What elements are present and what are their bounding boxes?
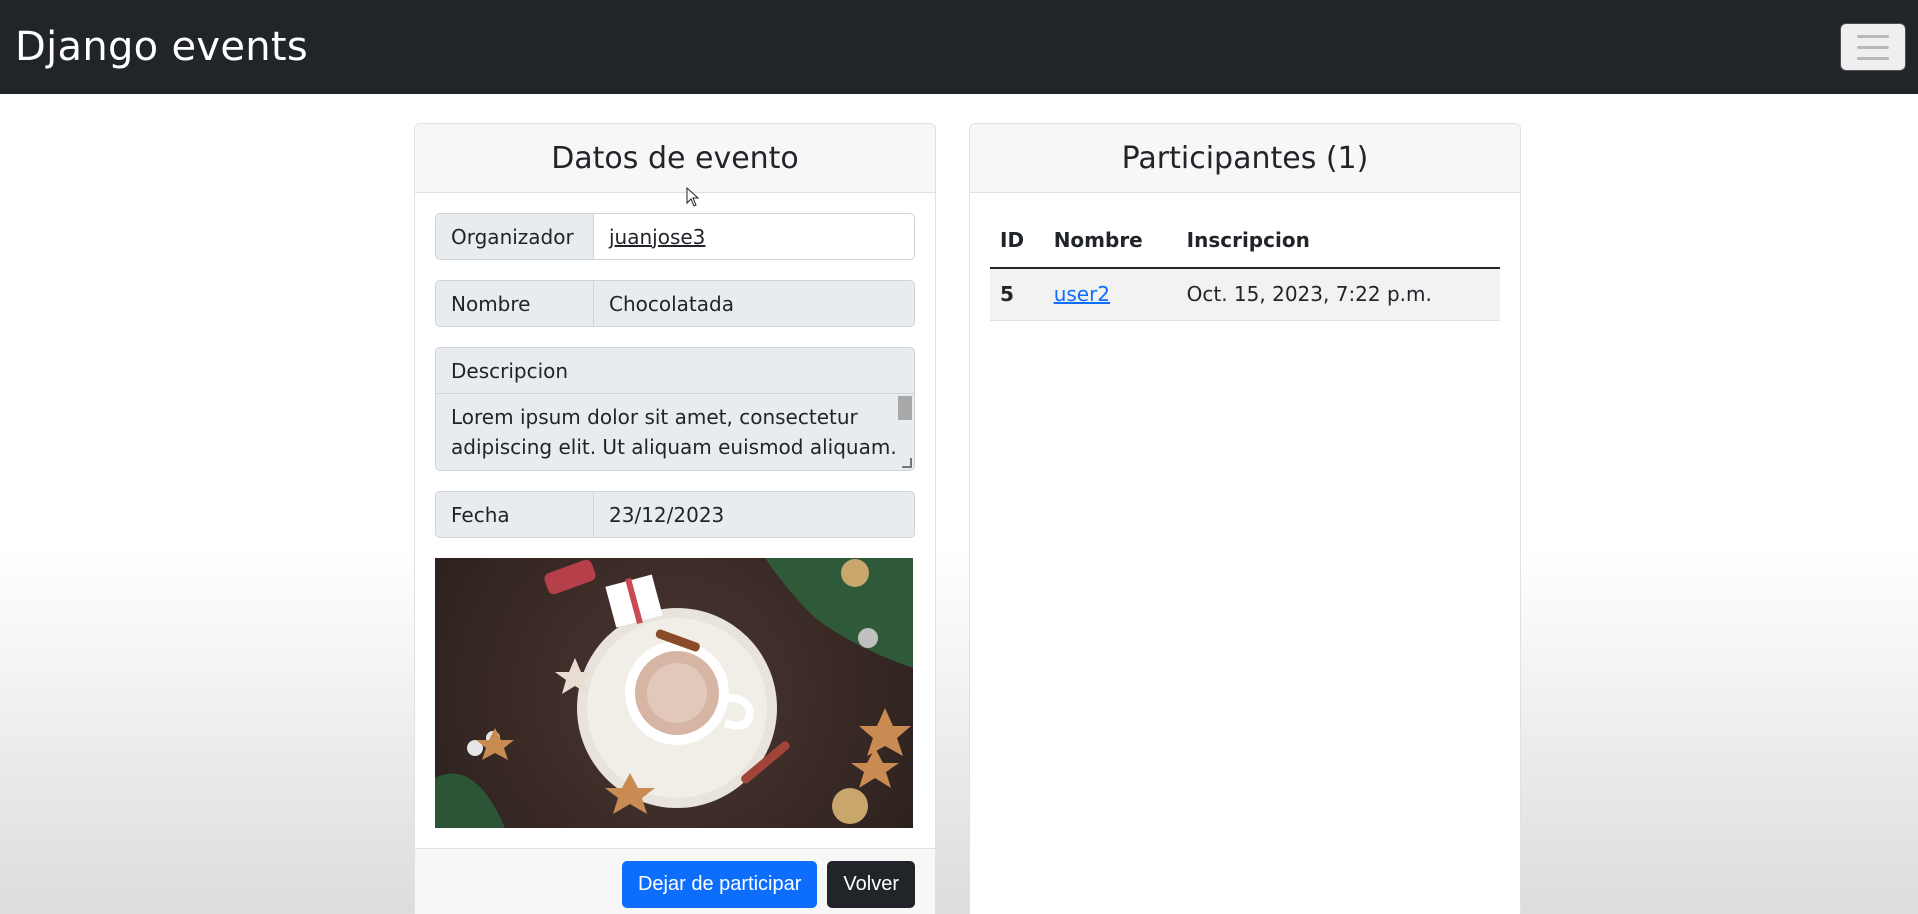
event-card-footer: Dejar de participar Volver bbox=[415, 848, 935, 914]
navbar: Django events bbox=[0, 0, 1918, 94]
organizer-link[interactable]: juanjose3 bbox=[609, 225, 705, 249]
date-field: 23/12/2023 bbox=[594, 491, 915, 538]
table-row: 5 user2 Oct. 15, 2023, 7:22 p.m. bbox=[990, 268, 1500, 321]
description-textarea[interactable]: Lorem ipsum dolor sit amet, consectetur … bbox=[435, 394, 915, 471]
name-group: Nombre Chocolatada bbox=[435, 280, 915, 327]
name-field: Chocolatada bbox=[594, 280, 915, 327]
date-group: Fecha 23/12/2023 bbox=[435, 491, 915, 538]
event-image bbox=[435, 558, 913, 828]
participants-table: ID Nombre Inscripcion 5 user2 Oct. 15, 2… bbox=[990, 213, 1500, 321]
column-header-id: ID bbox=[990, 213, 1044, 269]
organizer-label: Organizador bbox=[435, 213, 594, 260]
back-button[interactable]: Volver bbox=[827, 861, 915, 908]
organizer-field: juanjose3 bbox=[594, 213, 915, 260]
description-scrollbar[interactable] bbox=[898, 396, 912, 420]
event-details-card: Datos de evento Organizador juanjose3 No… bbox=[414, 123, 936, 914]
description-text: Lorem ipsum dolor sit amet, consectetur … bbox=[451, 405, 897, 459]
participants-card: Participantes (1) ID Nombre Inscripcion … bbox=[969, 123, 1521, 914]
navbar-toggler-button[interactable] bbox=[1840, 23, 1906, 71]
table-header-row: ID Nombre Inscripcion bbox=[990, 213, 1500, 269]
column-header-nombre: Nombre bbox=[1043, 213, 1177, 269]
name-label: Nombre bbox=[435, 280, 594, 327]
participants-card-title: Participantes (1) bbox=[970, 124, 1520, 193]
mouse-cursor-icon bbox=[686, 187, 700, 207]
event-card-title: Datos de evento bbox=[415, 124, 935, 193]
organizer-group: Organizador juanjose3 bbox=[435, 213, 915, 260]
participant-name-cell: user2 bbox=[1043, 268, 1177, 321]
participant-id: 5 bbox=[990, 268, 1044, 321]
description-label: Descripcion bbox=[435, 347, 915, 394]
participant-inscription: Oct. 15, 2023, 7:22 p.m. bbox=[1176, 268, 1500, 321]
hamburger-icon bbox=[1857, 34, 1889, 38]
resize-handle-icon[interactable] bbox=[902, 458, 912, 468]
navbar-brand[interactable]: Django events bbox=[15, 24, 308, 70]
leave-event-button[interactable]: Dejar de participar bbox=[621, 861, 818, 908]
column-header-inscripcion: Inscripcion bbox=[1176, 213, 1500, 269]
participant-name-link[interactable]: user2 bbox=[1054, 282, 1110, 306]
date-label: Fecha bbox=[435, 491, 594, 538]
